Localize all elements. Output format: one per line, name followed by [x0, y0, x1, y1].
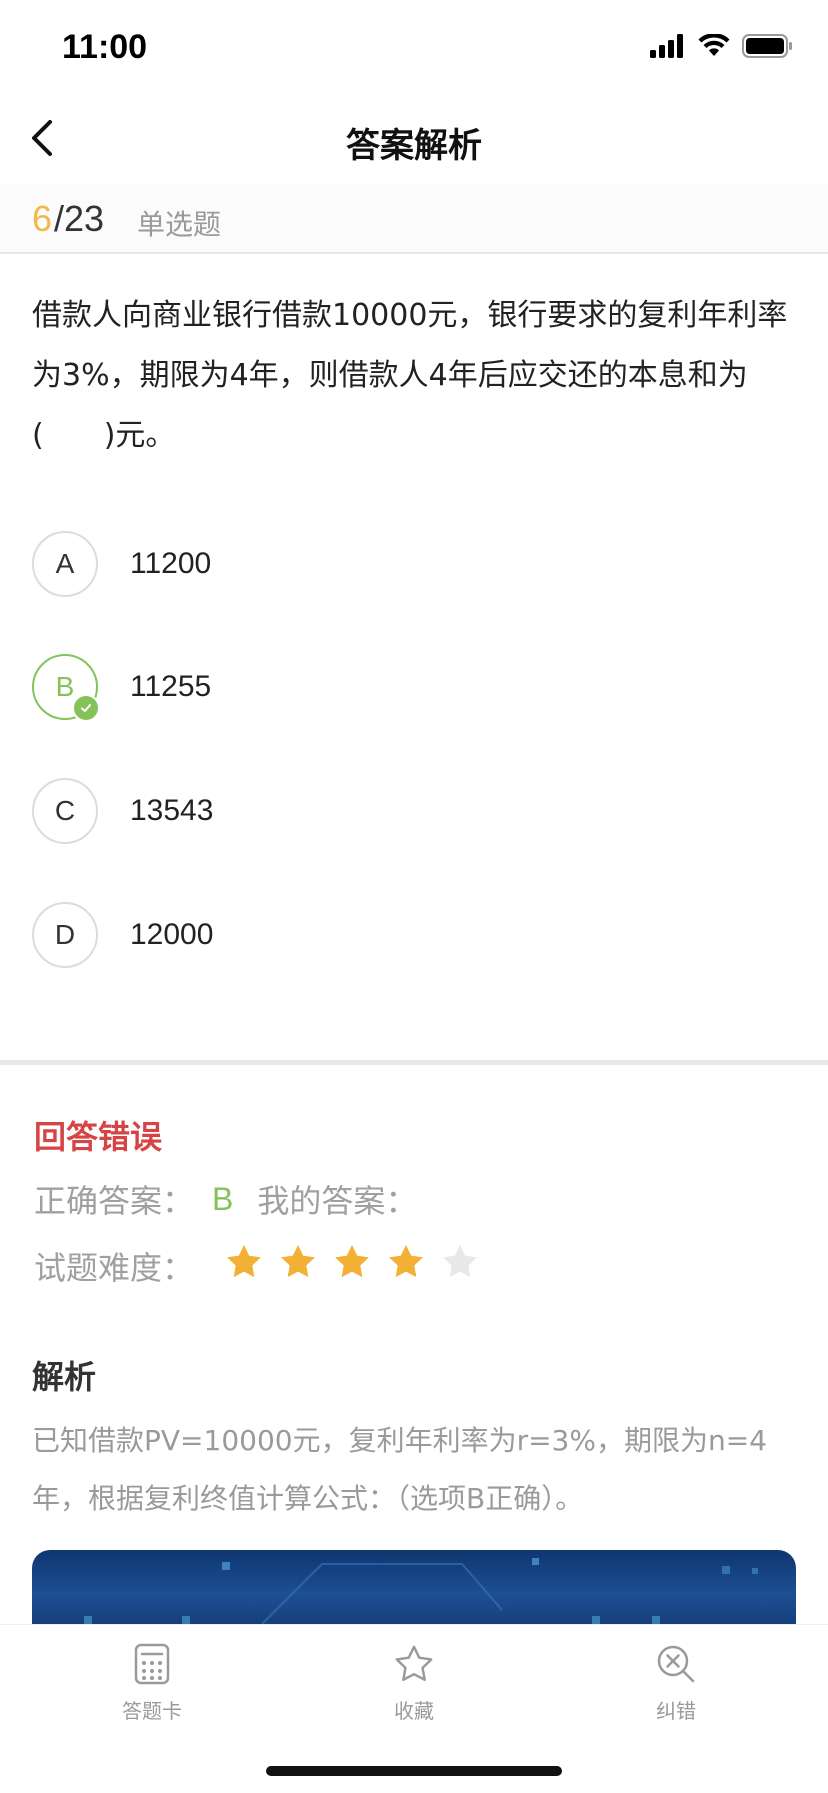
option-value: 12000 — [130, 918, 214, 951]
page-title: 答案解析 — [346, 126, 482, 166]
star-empty-icon — [440, 1242, 480, 1290]
option-c[interactable]: C 13543 — [32, 775, 792, 847]
option-value: 11255 — [130, 670, 212, 703]
option-b[interactable]: B 11255 — [32, 651, 792, 723]
answer-card-icon — [82, 1639, 222, 1689]
tab-favorite[interactable]: 收藏 — [344, 1639, 484, 1724]
star-filled-icon — [386, 1242, 426, 1290]
error-correction-icon — [606, 1639, 746, 1689]
option-letter-correct: B — [32, 654, 100, 722]
tab-label: 纠错 — [656, 1699, 696, 1723]
difficulty-row: 试题难度： — [34, 1242, 480, 1290]
tab-label: 答题卡 — [122, 1699, 182, 1723]
answer-row: 正确答案： B 我的答案： — [34, 1176, 417, 1222]
option-a[interactable]: A 11200 — [32, 528, 792, 600]
section-divider — [0, 1060, 828, 1065]
question-progress: 6 /23 单选题 — [0, 184, 828, 254]
analysis-image — [32, 1550, 796, 1624]
progress-current: 6 — [32, 198, 53, 239]
cellular-signal-icon — [650, 34, 686, 62]
result-status: 回答错误 — [34, 1118, 163, 1156]
option-letter: B — [55, 671, 75, 702]
difficulty-stars — [224, 1242, 480, 1290]
option-letter: C — [32, 778, 98, 844]
star-outline-icon — [344, 1639, 484, 1689]
battery-icon — [742, 34, 794, 62]
home-indicator — [266, 1766, 562, 1776]
option-d[interactable]: D 12000 — [32, 899, 792, 971]
star-filled-icon — [332, 1242, 372, 1290]
difficulty-label: 试题难度： — [34, 1249, 195, 1287]
analysis-title: 解析 — [32, 1358, 97, 1396]
my-answer-label: 我的答案： — [257, 1182, 418, 1220]
correct-answer-label: 正确答案： — [34, 1182, 195, 1220]
status-bar: 11:00 — [0, 0, 828, 96]
question-text: 借款人向商业银行借款10000元，银行要求的复利年利率为3%，期限为4年，则借款… — [32, 298, 788, 453]
tab-label: 收藏 — [394, 1699, 434, 1723]
status-icons — [650, 33, 794, 62]
status-time: 11:00 — [62, 28, 148, 66]
nav-bar: 答案解析 — [0, 96, 828, 184]
correct-answer-value: B — [212, 1180, 234, 1217]
option-value: 13543 — [130, 794, 214, 827]
wifi-icon — [698, 33, 730, 62]
tab-answer-card[interactable]: 答题卡 — [82, 1639, 222, 1724]
star-filled-icon — [224, 1242, 264, 1290]
tab-error-correction[interactable]: 纠错 — [606, 1639, 746, 1724]
option-letter: A — [32, 531, 98, 597]
star-filled-icon — [278, 1242, 318, 1290]
option-value: 11200 — [130, 547, 212, 580]
analysis-text: 已知借款PV=10000元，复利年利率为r=3%，期限为n=4年，根据复利终值计… — [32, 1424, 767, 1515]
option-letter: D — [32, 902, 98, 968]
progress-total: /23 — [54, 198, 105, 239]
question-type-label: 单选题 — [137, 208, 222, 241]
check-icon — [72, 694, 100, 722]
